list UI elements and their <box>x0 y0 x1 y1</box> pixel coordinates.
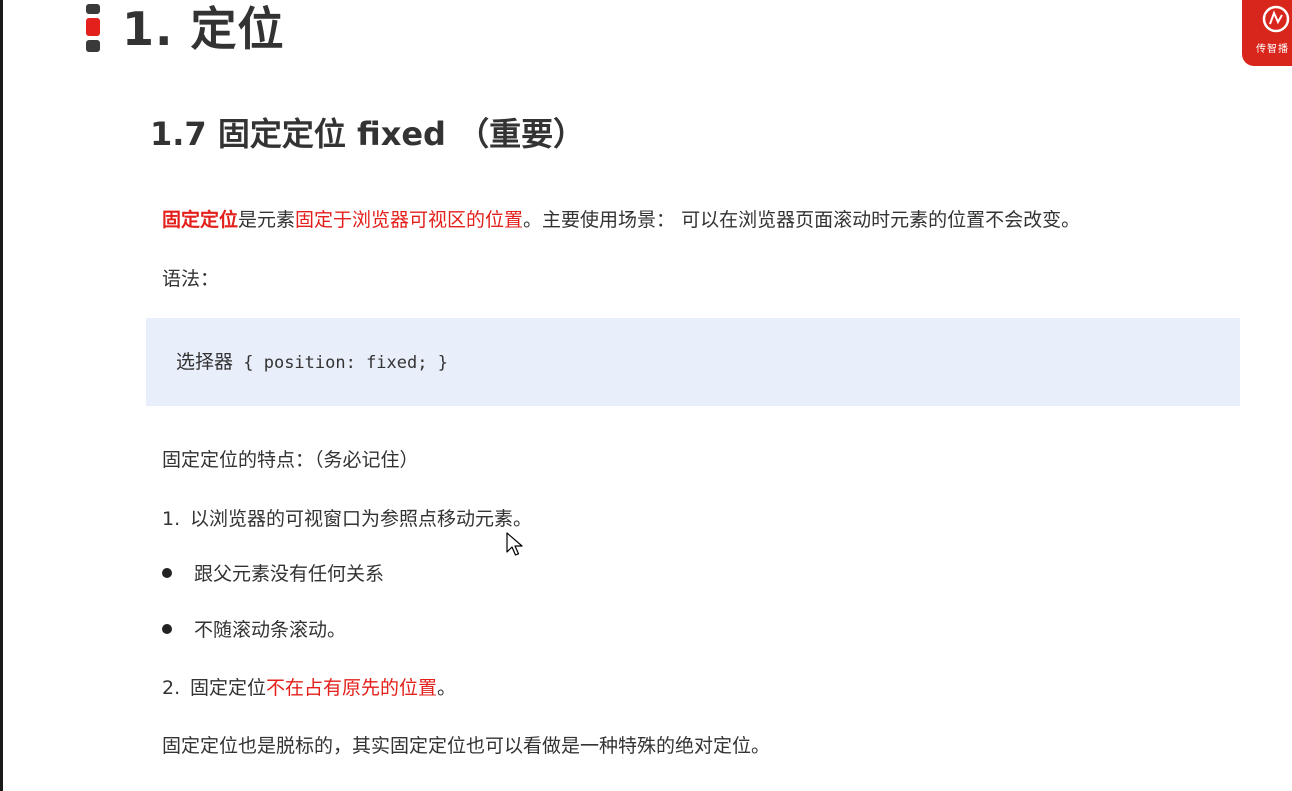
feature-item-2-highlight: 不在占有原先的位置 <box>266 677 438 699</box>
mouse-cursor-icon <box>506 532 523 556</box>
feature-item-2-number: 2. <box>162 677 181 699</box>
syntax-label: 语法： <box>162 268 220 290</box>
feature-item-2-end: 。 <box>437 677 457 699</box>
feature-item-1: 1. 以浏览器的可视窗口为参照点移动元素。 <box>162 505 532 533</box>
chapter-marker-icon <box>86 4 102 54</box>
section-title: 1.7 固定定位 fixed （重要） <box>150 115 586 153</box>
brand-logo: 传智播 <box>1242 0 1292 66</box>
chapter-title: 1. 定位 <box>122 2 285 56</box>
intro-text-2: 。主要使用场景： 可以在浏览器页面滚动时元素的位置不会改变。 <box>523 209 1081 231</box>
slide: 1. 定位 传智播 1.7 固定定位 fixed （重要） 固定定位是元素固定于… <box>0 0 1292 791</box>
intro-term: 固定定位 <box>162 209 239 231</box>
feature-item-1-text: 以浏览器的可视窗口为参照点移动元素。 <box>190 508 533 530</box>
intro-paragraph: 固定定位是元素固定于浏览器可视区的位置。主要使用场景： 可以在浏览器页面滚动时元… <box>162 206 1080 234</box>
code-selector: 选择器 <box>176 351 234 373</box>
code-block: 选择器 { position: fixed; } <box>146 318 1240 406</box>
left-frame-border <box>0 0 3 791</box>
features-note: 固定定位也是脱标的，其实固定定位也可以看做是一种特殊的绝对定位。 <box>162 735 771 757</box>
brand-logo-icon <box>1262 5 1290 33</box>
brand-logo-text: 传智播 <box>1256 44 1289 55</box>
intro-text-1: 是元素 <box>238 209 296 231</box>
feature-bullet-2: 不随滚动条滚动。 <box>162 616 346 644</box>
feature-item-2: 2. 固定定位不在占有原先的位置。 <box>162 674 456 702</box>
bullet-dot-icon <box>162 567 172 578</box>
bullet-dot-icon <box>162 623 172 634</box>
feature-item-1-number: 1. <box>162 508 181 530</box>
code-body: { position: fixed; } <box>233 353 448 373</box>
intro-highlight: 固定于浏览器可视区的位置 <box>295 209 524 231</box>
feature-item-2-text: 固定定位 <box>190 677 267 699</box>
code-line: 选择器 { position: fixed; } <box>176 348 448 377</box>
feature-bullet-1-text: 跟父元素没有任何关系 <box>194 563 385 585</box>
features-heading: 固定定位的特点：（务必记住） <box>162 449 419 471</box>
feature-bullet-2-text: 不随滚动条滚动。 <box>194 619 347 641</box>
feature-bullet-1: 跟父元素没有任何关系 <box>162 560 384 588</box>
